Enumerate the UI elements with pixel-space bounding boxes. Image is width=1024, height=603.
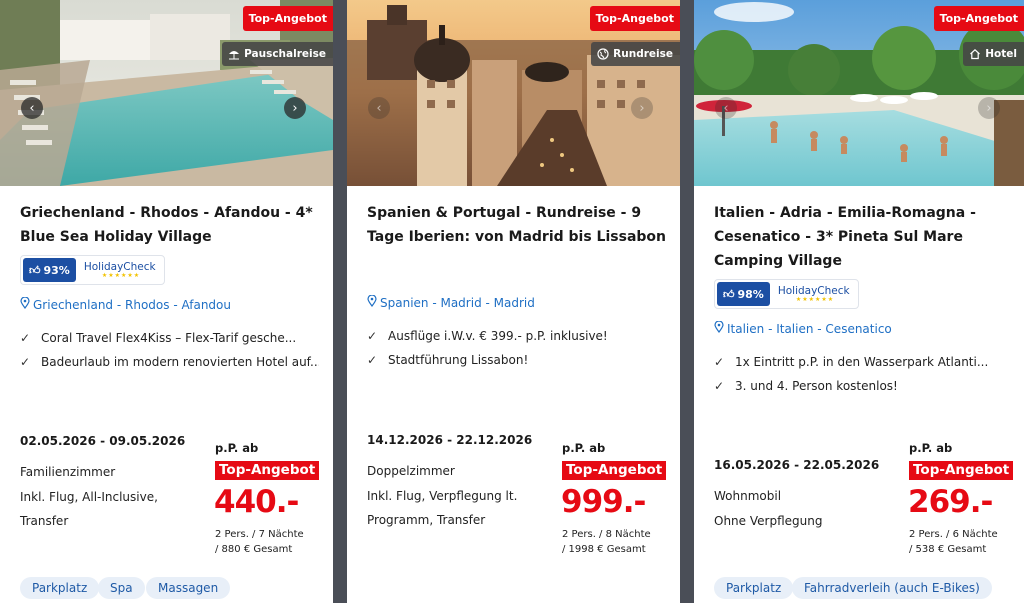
offer-title[interactable]: Italien - Adria - Emilia-Romagna - Cesen… <box>714 201 1010 273</box>
total-price: / 880 € Gesamt <box>215 544 293 555</box>
offer-title[interactable]: Griechenland - Rhodos - Afandou - 4* Blu… <box>20 201 319 249</box>
holidaycheck-rating[interactable]: 👍︎ 93% HolidayCheck ★★★★★★ <box>20 255 165 285</box>
chevron-right-icon: › <box>639 100 645 116</box>
board-info: Inkl. Flug, All-Inclusive, <box>20 490 158 504</box>
hotel-photo[interactable]: Top-Angebot Hotel ‹ › <box>694 0 1024 186</box>
price[interactable]: 440.- <box>214 485 299 519</box>
prev-image-button[interactable]: ‹ <box>368 97 390 119</box>
travel-type-label: Rundreise <box>613 48 673 60</box>
travel-dates: 14.12.2026 - 22.12.2026 <box>367 433 533 447</box>
board-info: Inkl. Flug, Verpflegung lt. <box>367 489 518 503</box>
chevron-left-icon: ‹ <box>29 100 35 116</box>
prev-image-button[interactable]: ‹ <box>21 97 43 119</box>
chevron-left-icon: ‹ <box>376 100 382 116</box>
transfer-info: Programm, Transfer <box>367 513 486 527</box>
thumbs-up-icon: 👍︎ <box>723 287 735 301</box>
top-offer-label: Top-Angebot <box>215 461 320 480</box>
check-icon: ✓ <box>20 331 31 345</box>
holidaycheck-rating[interactable]: 👍︎ 98% HolidayCheck ★★★★★★ <box>714 279 859 309</box>
next-image-button[interactable]: › <box>631 97 653 119</box>
offer-title[interactable]: Spanien & Portugal - Rundreise - 9 Tage … <box>367 201 666 249</box>
hotel-photo[interactable]: Top-Angebot Pauschalreise ‹ › <box>0 0 333 186</box>
persons-nights: 2 Pers. / 7 Nächte <box>215 529 304 540</box>
board-info: Ohne Verpflegung <box>714 514 823 528</box>
umbrella-icon <box>229 51 240 60</box>
top-offer-badge: Top-Angebot <box>242 6 333 31</box>
check-icon: ✓ <box>714 379 725 393</box>
room-type: Familienzimmer <box>20 465 116 479</box>
travel-type-badge: Hotel <box>963 42 1024 66</box>
travel-dates: 02.05.2026 - 09.05.2026 <box>20 434 186 448</box>
persons-nights: 2 Pers. / 8 Nächte <box>562 529 651 540</box>
check-icon: ✓ <box>367 329 378 343</box>
location-link[interactable]: Italien - Italien - Cesenatico <box>714 320 892 336</box>
thumbs-up-icon: 👍︎ <box>29 263 41 277</box>
rating-stars: ★★★★★★ <box>101 271 141 279</box>
amenity-tag[interactable]: Parkplatz <box>20 577 100 599</box>
top-offer-badge: Top-Angebot <box>589 6 680 31</box>
location-text: Griechenland - Rhodos - Afandou <box>33 297 231 312</box>
rating-score: 98% <box>737 287 764 301</box>
map-pin-icon <box>20 296 30 312</box>
tour-photo[interactable]: Top-Angebot Rundreise ‹ › <box>347 0 680 186</box>
travel-dates: 16.05.2026 - 22.05.2026 <box>714 458 880 472</box>
location-text: Italien - Italien - Cesenatico <box>727 321 892 336</box>
globe-icon <box>597 48 609 60</box>
feature-item: ✓ Stadtführung Lissabon! <box>367 353 529 367</box>
location-link[interactable]: Griechenland - Rhodos - Afandou <box>20 296 231 312</box>
holidaycheck-logo: HolidayCheck <box>83 260 156 273</box>
offer-card[interactable]: Top-Angebot Rundreise ‹ › Spanien & Port… <box>347 0 680 603</box>
check-icon: ✓ <box>20 355 31 369</box>
check-icon: ✓ <box>714 355 725 369</box>
next-image-button[interactable]: › <box>978 97 1000 119</box>
offer-card[interactable]: Top-Angebot Hotel ‹ › Italien - Adria - … <box>694 0 1024 603</box>
holidaycheck-logo: HolidayCheck <box>777 284 850 297</box>
feature-item: ✓ Badeurlaub im modern renovierten Hotel … <box>20 355 319 369</box>
feature-item: ✓ Coral Travel Flex4Kiss – Flex-Tarif ges… <box>20 331 297 345</box>
persons-nights: 2 Pers. / 6 Nächte <box>909 529 998 540</box>
house-icon <box>970 48 981 60</box>
travel-type-badge: Pauschalreise <box>222 42 333 66</box>
location-link[interactable]: Spanien - Madrid - Madrid <box>367 294 535 310</box>
travel-type-label: Hotel <box>985 48 1017 60</box>
travel-type-badge: Rundreise <box>591 42 680 66</box>
price[interactable]: 999.- <box>561 485 646 519</box>
room-type: Wohnmobil <box>714 489 782 503</box>
top-offer-badge: Top-Angebot <box>933 6 1024 31</box>
prev-image-button[interactable]: ‹ <box>715 97 737 119</box>
travel-type-label: Pauschalreise <box>244 48 326 60</box>
offer-card[interactable]: Top-Angebot Pauschalreise ‹ › Griechenla… <box>0 0 333 603</box>
room-type: Doppelzimmer <box>367 464 455 478</box>
price-prefix: p.P. ab <box>215 441 259 455</box>
amenity-tag[interactable]: Fahrradverleih (auch E-Bikes) <box>792 577 992 599</box>
price[interactable]: 269.- <box>908 485 993 519</box>
amenity-tag[interactable]: Massagen <box>146 577 231 599</box>
price-prefix: p.P. ab <box>909 441 953 455</box>
total-price: / 538 € Gesamt <box>909 544 987 555</box>
rating-score: 93% <box>43 263 70 277</box>
price-prefix: p.P. ab <box>562 441 606 455</box>
rating-stars: ★★★★★★ <box>795 295 835 303</box>
transfer-info: Transfer <box>20 514 69 528</box>
map-pin-icon <box>367 294 377 310</box>
total-price: / 1998 € Gesamt <box>562 544 646 555</box>
top-offer-label: Top-Angebot <box>909 461 1014 480</box>
chevron-right-icon: › <box>986 100 992 116</box>
top-offer-label: Top-Angebot <box>562 461 667 480</box>
feature-item: ✓ 3. und 4. Person kostenlos! <box>714 379 898 393</box>
amenity-tag[interactable]: Parkplatz <box>714 577 794 599</box>
map-pin-icon <box>714 320 724 336</box>
check-icon: ✓ <box>367 353 378 367</box>
chevron-right-icon: › <box>292 100 298 116</box>
feature-item: ✓ Ausflüge i.W.v. € 399.- p.P. inklusive! <box>367 329 608 343</box>
chevron-left-icon: ‹ <box>723 100 729 116</box>
next-image-button[interactable]: › <box>284 97 306 119</box>
location-text: Spanien - Madrid - Madrid <box>380 295 535 310</box>
amenity-tag[interactable]: Spa <box>98 577 145 599</box>
feature-item: ✓ 1x Eintritt p.P. in den Wasserpark Atla… <box>714 355 989 369</box>
